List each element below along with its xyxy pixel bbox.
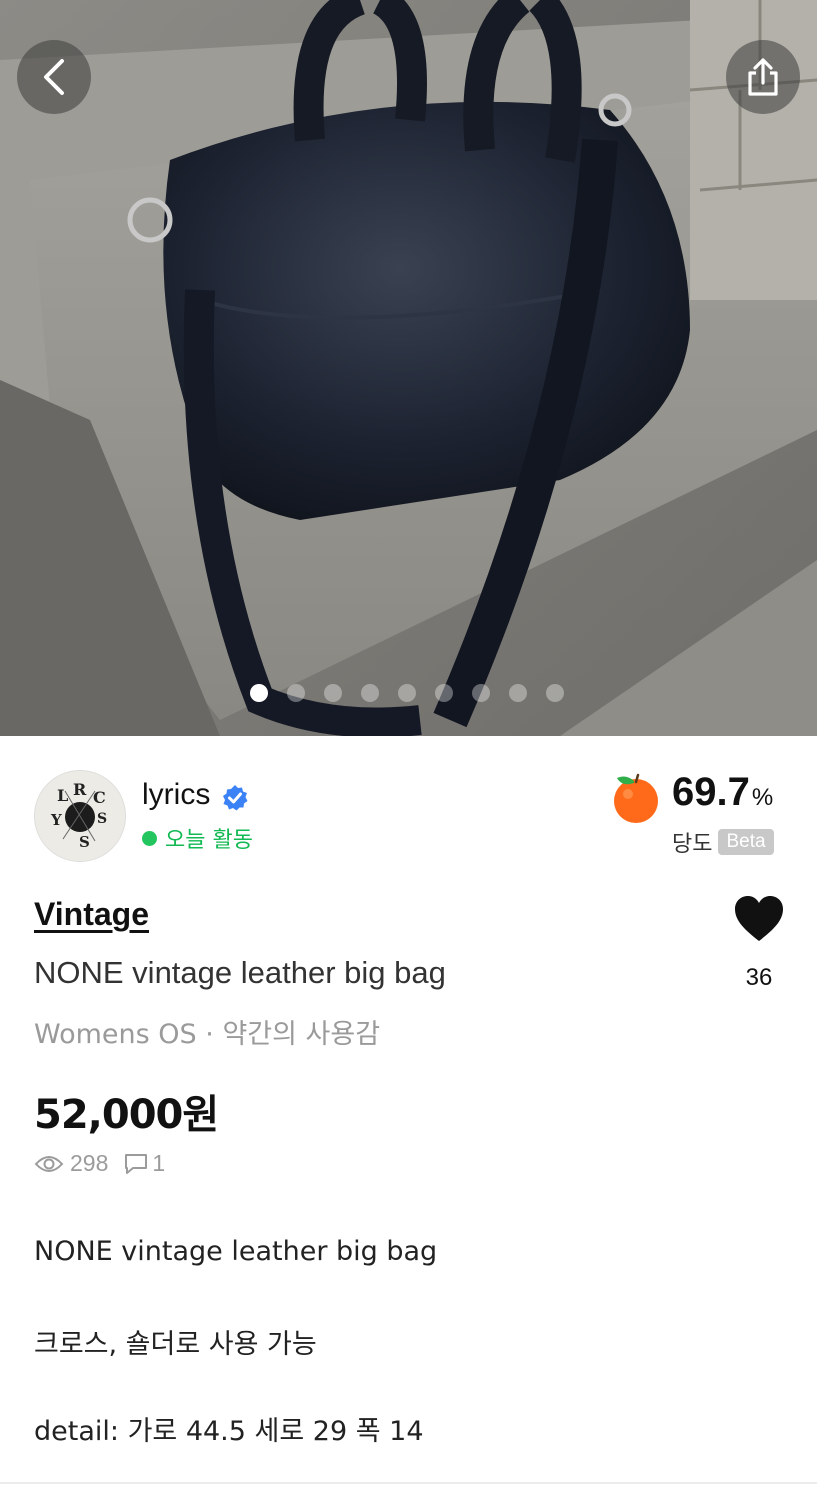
eye-icon [34, 1155, 64, 1172]
description-line: 크로스, 숄더로 사용 가능 [34, 1329, 317, 1360]
svg-text:C: C [93, 788, 106, 807]
view-count: 298 [70, 1150, 109, 1176]
orange-fruit-icon [614, 773, 658, 823]
svg-text:Y: Y [50, 811, 62, 829]
svg-text:S: S [79, 833, 90, 851]
heart-icon[interactable] [733, 895, 785, 943]
product-image-gallery[interactable] [0, 0, 817, 736]
sweetness-label: 당도 [672, 832, 713, 857]
pagination-dot[interactable] [472, 684, 490, 702]
sweetness-value: 69.7 [672, 770, 750, 814]
chat-count: 1 [152, 1150, 166, 1176]
product-price: 52,000원 [34, 1092, 219, 1138]
product-photo [0, 0, 817, 736]
category-link[interactable]: Vintage [34, 896, 149, 933]
product-title: NONE vintage leather big bag [34, 955, 446, 990]
share-button[interactable] [726, 40, 800, 114]
like-count: 36 [745, 964, 773, 991]
avatar-image: L R C S Y S [35, 771, 125, 861]
verified-badge-icon [223, 785, 248, 811]
seller-activity-status: 오늘 활동 [142, 822, 253, 854]
status-text: 오늘 활동 [165, 828, 253, 853]
sweetness-label-row: 당도 Beta [672, 826, 774, 858]
description-line: NONE vintage leather big bag [34, 1236, 438, 1267]
beta-badge: Beta [718, 829, 774, 855]
product-stats: 298 1 [34, 1150, 165, 1177]
svg-text:S: S [97, 811, 107, 827]
gallery-pagination [250, 684, 564, 702]
sweetness-unit: % [751, 784, 774, 811]
back-button[interactable] [17, 40, 91, 114]
pagination-dot[interactable] [509, 684, 527, 702]
pagination-dot-active[interactable] [250, 684, 268, 702]
seller-name[interactable]: lyrics [142, 778, 210, 812]
product-condition: Womens OS · 약간의 사용감 [34, 1019, 381, 1050]
pagination-dot[interactable] [361, 684, 379, 702]
seller-avatar[interactable]: L R C S Y S [34, 770, 126, 862]
share-icon [748, 58, 778, 96]
description-line: detail: 가로 44.5 세로 29 폭 14 [34, 1416, 424, 1447]
chevron-left-icon [44, 59, 64, 95]
pagination-dot[interactable] [546, 684, 564, 702]
chat-bubble-icon [125, 1153, 148, 1174]
pagination-dot[interactable] [398, 684, 416, 702]
sweetness-score: 69.7% [672, 770, 773, 815]
status-dot-icon [142, 830, 157, 846]
pagination-dot[interactable] [435, 684, 453, 702]
svg-text:R: R [73, 780, 87, 799]
pagination-dot[interactable] [324, 684, 342, 702]
section-divider [0, 1482, 817, 1484]
pagination-dot[interactable] [287, 684, 305, 702]
svg-text:L: L [57, 786, 68, 805]
